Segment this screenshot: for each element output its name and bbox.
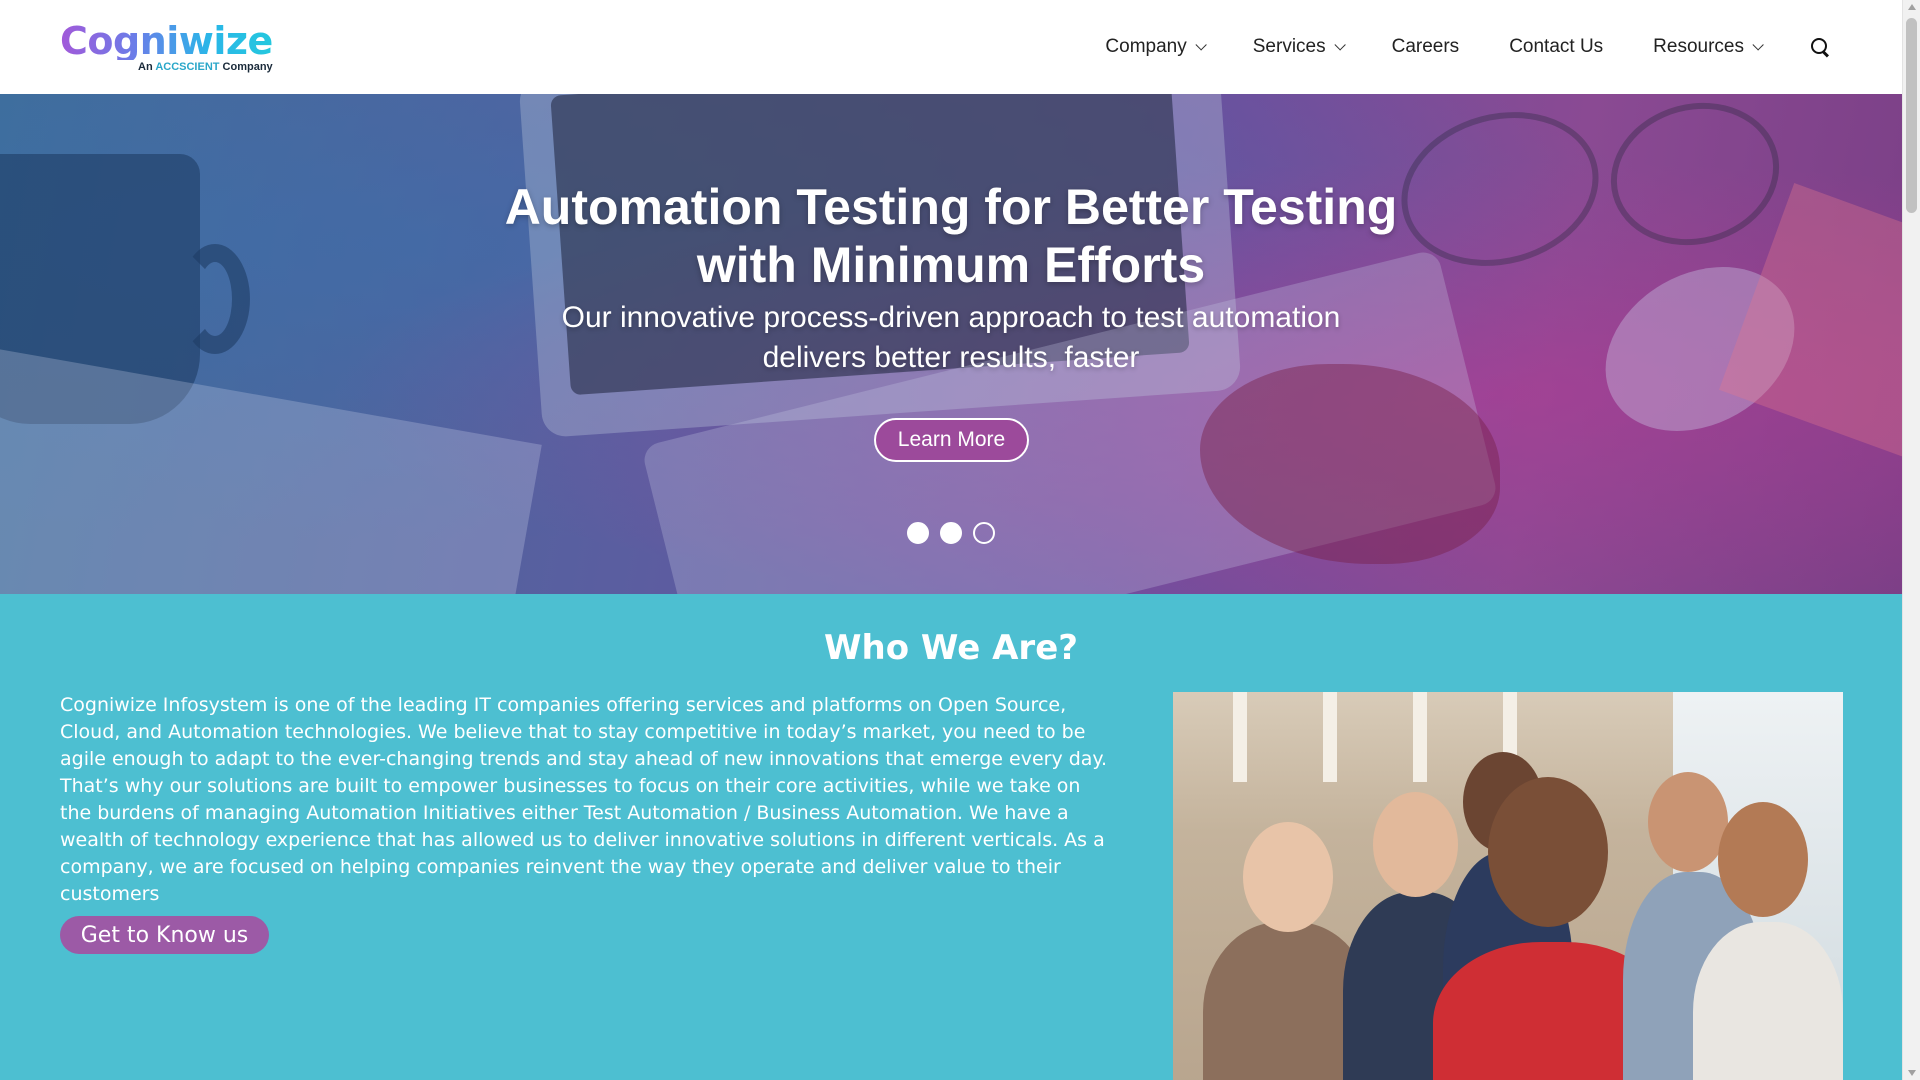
logo-tagline: An ACCSCIENT Company [138,60,273,73]
scroll-up-arrow-icon[interactable] [1908,4,1916,10]
slide-dot-1[interactable] [907,522,929,544]
learn-more-button[interactable]: Learn More [874,418,1029,462]
hero-title: Automation Testing for Better Testing wit… [504,179,1398,293]
logo[interactable]: Cogniwize An ACCSCIENT Company [60,22,273,73]
chevron-down-icon [1752,39,1764,51]
who-we-are-text: Cogniwize Infosystem is one of the leadi… [60,694,1108,905]
nav-item-careers[interactable]: Careers [1392,36,1460,58]
scroll-down-arrow-icon[interactable] [1908,1070,1916,1076]
scroll-thumb[interactable] [1906,18,1917,213]
hero-banner: Automation Testing for Better Testing wit… [0,94,1902,594]
chevron-down-icon [1195,39,1207,51]
who-we-are-title: Who We Are? [824,628,1078,668]
search-icon[interactable] [1810,37,1830,57]
get-to-know-us-button[interactable]: Get to Know us [60,916,269,954]
slide-dot-3[interactable] [973,522,995,544]
page-scrollbar[interactable] [1902,0,1920,1080]
who-we-are-section: Who We Are? Cogniwize Infosystem is one … [0,594,1902,1080]
nav-item-contact-us[interactable]: Contact Us [1509,36,1603,58]
nav-item-resources[interactable]: Resources [1653,36,1764,58]
hero-subtitle: Our innovative process-driven approach t… [561,301,1341,374]
slider-dots [907,522,995,544]
main-nav: Company Services Careers Contact Us Reso… [1105,36,1830,58]
site-header: Cogniwize An ACCSCIENT Company Company S… [0,0,1902,94]
team-photo [1173,692,1843,1080]
chevron-down-icon [1334,39,1346,51]
hero-content: Automation Testing for Better Testing wit… [0,94,1902,594]
nav-item-services[interactable]: Services [1253,36,1346,58]
nav-item-company[interactable]: Company [1105,36,1207,58]
slide-dot-2[interactable] [940,522,962,544]
logo-wordmark: Cogniwize [60,18,273,63]
